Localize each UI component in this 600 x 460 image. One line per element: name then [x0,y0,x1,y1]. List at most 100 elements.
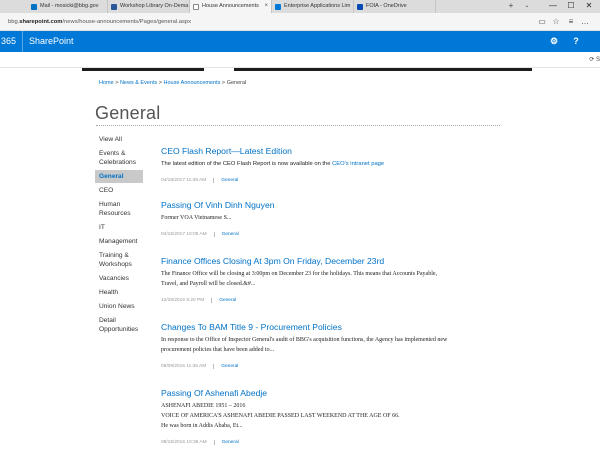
breadcrumb-current: General [226,80,247,86]
article-meta: 04/18/2017 11:38 AM General [161,177,521,185]
ceo-intranet-link[interactable]: CEO's intranet page [332,161,384,167]
article-summary-line: Travel, and Payroll will be closed.&#... [161,281,256,287]
article-item: Passing Of Vinh Dinh Nguyen Former VOA V… [161,200,521,239]
article-item: CEO Flash Report—Latest Edition The late… [161,146,521,185]
article-category-link[interactable]: General [213,440,239,445]
article-summary-line: Former VOA Vietnamese S... [161,215,232,221]
left-navigation: View All Events & Celebrations General C… [95,133,143,337]
article-meta: 09/09/2016 11:36 AM General [161,363,521,371]
nav-item-human-resources[interactable]: Human Resources [95,198,143,220]
tab-label: Enterprise Applications Lim [284,3,351,9]
article-summary: Former VOA Vietnamese S... [161,213,521,223]
command-bar: ⟳ S [0,52,600,68]
article-category-link[interactable]: General [213,232,239,237]
tab-label: FOIA - OneDrive [366,3,407,9]
new-tab-button[interactable]: + [504,0,518,13]
more-actions-icon[interactable]: … [579,16,591,28]
article-item: Passing Of Ashenafi Abedje ASHENAFI ABED… [161,388,521,447]
nav-item-vacancies[interactable]: Vacancies [95,272,143,285]
article-summary-line: ASHENAFI ABEDIE 1951 – 2016 [161,403,246,409]
nav-item-general[interactable]: General [95,170,143,183]
title-divider [96,125,500,126]
nav-item-view-all[interactable]: View All [95,133,143,146]
tab-house-announcements[interactable]: House Announcements × [190,0,272,13]
close-window-button[interactable]: ✕ [580,0,598,13]
url-field[interactable]: bbg.sharepoint.com/news/house-announceme… [8,17,191,27]
tab-strip: Mail - mosicki@bbg.gov Workshop Library … [0,0,600,13]
tab-mail[interactable]: Mail - mosicki@bbg.gov [28,0,108,13]
header-rule-gap [204,68,234,71]
nav-item-detail-opportunities[interactable]: Detail Opportunities [95,314,143,336]
article-category-link[interactable]: General [213,364,239,369]
nav-item-ceo[interactable]: CEO [95,184,143,197]
outlook-icon [31,3,37,10]
nav-item-health[interactable]: Health [95,286,143,299]
suite-bar: 365 SharePoint ⚙ ? [0,31,600,52]
settings-gear-icon[interactable]: ⚙ [543,31,565,52]
help-icon[interactable]: ? [565,31,587,52]
article-date: 12/28/2016 5:20 PM [161,298,205,303]
office365-link[interactable]: 365 [0,31,16,52]
article-date: 04/15/2017 10:09 AM [161,232,207,237]
page-title: General [95,103,161,123]
article-meta: 04/15/2017 10:09 AM General [161,231,521,239]
tab-label: Workshop Library On-Dema [120,3,189,9]
url-host: sharepoint.com [19,19,63,25]
site-header-rule [82,68,532,71]
share-label: S [595,57,600,63]
reading-view-icon[interactable]: ▭ [536,16,548,28]
nav-item-union-news[interactable]: Union News [95,300,143,313]
page-icon [193,3,199,10]
article-item: Finance Offices Closing At 3pm On Friday… [161,256,521,305]
article-summary: In response to the Office of Inspector G… [161,335,521,355]
sharepoint-title[interactable]: SharePoint [29,31,74,52]
tab-workshop-library[interactable]: Workshop Library On-Dema [108,0,190,13]
tab-label: Mail - mosicki@bbg.gov [40,3,99,9]
maximize-button[interactable]: ☐ [562,0,580,13]
article-title-link[interactable]: Passing Of Ashenafi Abedje [161,388,521,399]
article-summary-line: procurement policies that have been adde… [161,347,275,353]
article-summary: The latest edition of the CEO Flash Repo… [161,159,521,169]
article-summary-line: He was born in Addis Ababa, Et... [161,423,243,429]
article-category-link[interactable]: General [213,178,239,183]
article-meta: 08/15/2016 10:36 AM General [161,439,521,447]
tab-label: House Announcements [202,3,259,9]
breadcrumb-house-announcements[interactable]: House Announcements [164,80,221,86]
sharepoint-icon [111,3,117,10]
article-title-link[interactable]: Passing Of Vinh Dinh Nguyen [161,200,521,211]
article-title-link[interactable]: CEO Flash Report—Latest Edition [161,146,521,157]
article-summary-text: The latest edition of the CEO Flash Repo… [161,161,333,167]
article-summary-line: VOICE OF AMERICA'S ASHENAFI ABEDIE PASSE… [161,413,400,419]
tab-list-button[interactable]: ⌄ [520,0,534,13]
article-category-link[interactable]: General [211,298,237,303]
nav-item-training-workshops[interactable]: Training & Workshops [95,249,143,271]
share-button[interactable]: ⟳ S [589,55,600,65]
suite-separator [22,31,23,52]
article-title-link[interactable]: Changes To BAM Title 9 - Procurement Pol… [161,322,521,333]
article-date: 04/18/2017 11:38 AM [161,178,207,183]
browser-window: Mail - mosicki@bbg.gov Workshop Library … [0,0,600,460]
azure-icon [275,3,281,10]
tab-enterprise-applications[interactable]: Enterprise Applications Lim [272,0,354,13]
url-host-prefix: bbg. [8,19,20,25]
breadcrumb-news-events[interactable]: News & Events [120,80,157,86]
minimize-button[interactable]: — [544,0,562,13]
article-title-link[interactable]: Finance Offices Closing At 3pm On Friday… [161,256,521,267]
url-path: /news/house-announcements/Pages/general.… [62,19,192,25]
article-item: Changes To BAM Title 9 - Procurement Pol… [161,322,521,371]
breadcrumb-home[interactable]: Home [99,80,114,86]
hub-icon[interactable]: ≡ [565,16,577,28]
article-summary: The Finance Office will be closing at 3:… [161,269,521,289]
nav-item-management[interactable]: Management [95,235,143,248]
article-date: 08/15/2016 10:36 AM [161,440,207,445]
onedrive-icon [357,3,363,10]
favorite-star-icon[interactable]: ☆ [550,16,562,28]
close-tab-icon[interactable]: × [264,0,268,13]
nav-item-it[interactable]: IT [95,221,143,234]
tab-foia-onedrive[interactable]: FOIA - OneDrive [354,0,436,13]
article-date: 09/09/2016 11:36 AM [161,364,207,369]
share-icon: ⟳ [589,57,595,63]
article-summary-line: In response to the Office of Inspector G… [161,337,448,343]
article-summary-line: The Finance Office will be closing at 3:… [161,271,438,277]
nav-item-events-celebrations[interactable]: Events & Celebrations [95,147,143,169]
